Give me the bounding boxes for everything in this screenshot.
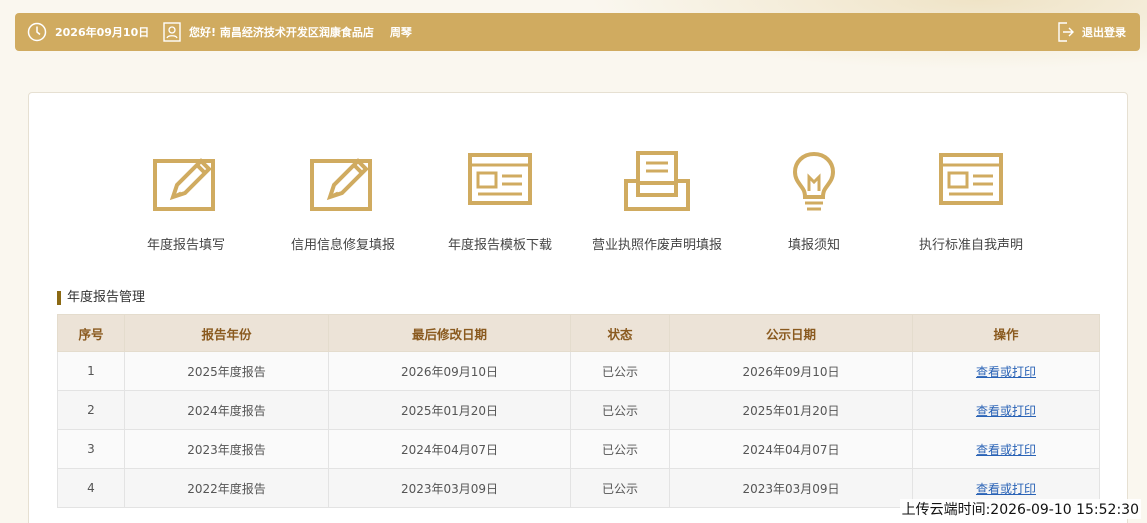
last-modified-date: 2023年03月09日 (328, 468, 571, 508)
report-year: 2024年度报告 (124, 390, 329, 430)
table-row: 3 2023年度报告 2024年04月07日 已公示 2024年04月07日 查… (57, 429, 1100, 469)
action-cell: 查看或打印 (912, 351, 1100, 391)
feature-license-void-declaration[interactable]: 营业执照作废声明填报 (572, 151, 742, 253)
feature-label: 营业执照作废声明填报 (591, 238, 722, 253)
column-header: 序号 (57, 314, 125, 352)
username: 周琴 (389, 26, 412, 39)
feature-menu: 年度报告填写 信用信息修复填报 年度报告模板下载 营业执照作废声明填报 填报须知… (29, 151, 1127, 261)
template-window-icon (939, 151, 1003, 211)
date-display: 2026年09月10日 (27, 22, 149, 42)
main-panel: 年度报告填写 信用信息修复填报 年度报告模板下载 营业执照作废声明填报 填报须知… (28, 92, 1128, 523)
status: 已公示 (570, 390, 670, 430)
column-header: 报告年份 (124, 314, 329, 352)
inbox-tray-icon (624, 151, 690, 217)
report-year: 2022年度报告 (124, 468, 329, 508)
last-modified-date: 2026年09月10日 (328, 351, 571, 391)
column-header: 状态 (570, 314, 670, 352)
view-print-link[interactable]: 查看或打印 (976, 443, 1036, 457)
feature-filing-notice[interactable]: 填报须知 (729, 151, 899, 253)
edit-form-icon (153, 151, 219, 217)
feature-annual-report-fill[interactable]: 年度报告填写 (101, 151, 271, 253)
status: 已公示 (570, 468, 670, 508)
report-year: 2023年度报告 (124, 429, 329, 469)
clock-icon (27, 22, 47, 42)
table-row: 2 2024年度报告 2025年01月20日 已公示 2025年01月20日 查… (57, 390, 1100, 430)
logout-label: 退出登录 (1082, 26, 1126, 39)
publish-date: 2023年03月09日 (669, 468, 913, 508)
table-header-row: 序号 报告年份 最后修改日期 状态 公示日期 操作 (57, 314, 1100, 352)
status: 已公示 (570, 351, 670, 391)
feature-label: 填报须知 (787, 238, 840, 253)
publish-date: 2026年09月10日 (669, 351, 913, 391)
user-info: 您好! 南昌经济技术开发区润康食品店 周琴 (163, 22, 412, 42)
logout-button[interactable]: 退出登录 (1056, 22, 1126, 42)
view-print-link[interactable]: 查看或打印 (976, 482, 1036, 496)
feature-label: 年度报告模板下载 (447, 238, 552, 253)
view-print-link[interactable]: 查看或打印 (976, 404, 1036, 418)
row-index: 4 (57, 468, 125, 508)
last-modified-date: 2024年04月07日 (328, 429, 571, 469)
upload-timestamp: 上传云端时间:2026-09-10 15:52:30 (899, 499, 1141, 519)
lightbulb-icon (791, 151, 837, 219)
edit-form-icon (310, 151, 376, 217)
top-bar: 2026年09月10日 您好! 南昌经济技术开发区润康食品店 周琴 退出登录 (15, 13, 1140, 51)
user-badge-icon (163, 22, 181, 42)
report-year: 2025年度报告 (124, 351, 329, 391)
feature-label: 信用信息修复填报 (290, 238, 395, 253)
feature-credit-repair[interactable]: 信用信息修复填报 (258, 151, 428, 253)
greeting-text: 您好! 南昌经济技术开发区润康食品店 (189, 26, 374, 39)
last-modified-date: 2025年01月20日 (328, 390, 571, 430)
row-index: 1 (57, 351, 125, 391)
annual-report-table: 序号 报告年份 最后修改日期 状态 公示日期 操作 1 2025年度报告 202… (57, 314, 1100, 508)
table-row: 1 2025年度报告 2026年09月10日 已公示 2026年09月10日 查… (57, 351, 1100, 391)
status: 已公示 (570, 429, 670, 469)
column-header: 最后修改日期 (328, 314, 571, 352)
action-cell: 查看或打印 (912, 390, 1100, 430)
column-header: 操作 (912, 314, 1100, 352)
publish-date: 2024年04月07日 (669, 429, 913, 469)
action-cell: 查看或打印 (912, 429, 1100, 469)
view-print-link[interactable]: 查看或打印 (976, 365, 1036, 379)
publish-date: 2025年01月20日 (669, 390, 913, 430)
feature-label: 执行标准自我声明 (918, 238, 1023, 253)
feature-template-download[interactable]: 年度报告模板下载 (415, 151, 585, 253)
current-date: 2026年09月10日 (55, 26, 150, 39)
row-index: 2 (57, 390, 125, 430)
feature-standard-self-declaration[interactable]: 执行标准自我声明 (886, 151, 1056, 253)
column-header: 公示日期 (669, 314, 913, 352)
section-title: 年度报告管理 (57, 291, 145, 305)
logout-icon (1056, 22, 1074, 42)
row-index: 3 (57, 429, 125, 469)
template-window-icon (468, 151, 532, 211)
feature-label: 年度报告填写 (146, 238, 225, 253)
